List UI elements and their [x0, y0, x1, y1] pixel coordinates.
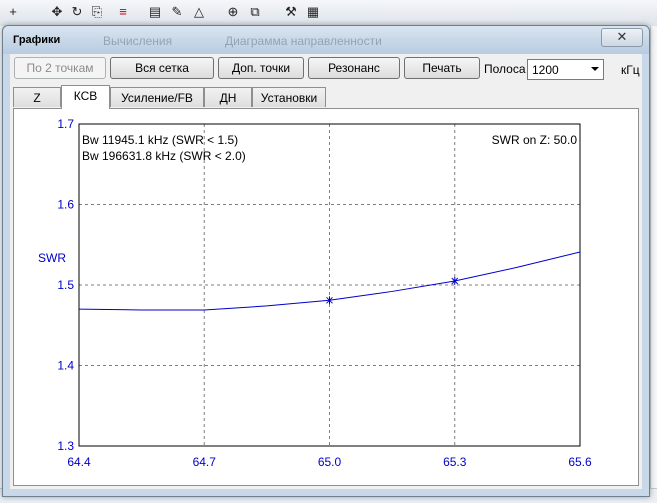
document-icon[interactable]: ▤	[148, 5, 162, 19]
edit-icon[interactable]: ⎘	[90, 5, 104, 19]
tab-swr[interactable]: КСВ	[61, 85, 110, 109]
ladder-icon[interactable]: ≡	[116, 5, 130, 19]
y-tick-label: 1.3	[57, 439, 74, 453]
chevron-down-icon	[591, 67, 599, 71]
tab-z[interactable]: Z	[13, 87, 61, 107]
swr-reference-annotation: SWR on Z: 50.0	[492, 133, 578, 147]
rotate-icon[interactable]: ↻	[70, 5, 84, 19]
band-value: 1200	[532, 63, 559, 77]
tab-pattern[interactable]: ДН	[204, 87, 252, 107]
y-tick-label: 1.5	[57, 278, 74, 292]
close-button[interactable]: ✕	[601, 28, 643, 47]
full-grid-button[interactable]: Вся сетка	[110, 57, 214, 79]
crosshair-icon[interactable]: ⊕	[226, 5, 240, 19]
y-tick-label: 1.6	[57, 198, 74, 212]
by-two-points-button[interactable]: По 2 точкам	[14, 57, 106, 79]
y-tick-label: 1.4	[57, 359, 74, 373]
move-icon[interactable]: +	[6, 5, 20, 19]
dialog-client: По 2 точкам Вся сетка Доп. точки Резонан…	[10, 54, 642, 489]
move-icon[interactable]: ✥	[50, 5, 64, 19]
graphs-window: Вычисления Диаграмма направленности Граф…	[2, 25, 650, 497]
main-toolbar: + ✥ ↻ ⎘ ≡ ▤ ✎ △ ⊕ ⧉ ⚒ ▦	[0, 0, 657, 27]
title-bar[interactable]: Вычисления Диаграмма направленности Граф…	[3, 26, 649, 54]
ghost-tab: Вычисления	[103, 34, 173, 48]
x-tick-label: 65.0	[318, 455, 342, 469]
band-select[interactable]: 1200	[527, 59, 604, 80]
x-tick-label: 65.6	[568, 455, 592, 469]
copy-icon[interactable]: ⧉	[248, 5, 262, 19]
y-axis-label: SWR	[38, 251, 66, 265]
swr-chart: 64.4 64.7 65.0 65.3 65.6 1.3 1.4 1.5 1.6 1.7 SWR …	[38, 117, 592, 469]
chart-panel: 64.4 64.7 65.0 65.3 65.6 1.3 1.4 1.5 1.6 1.7 SWR …	[13, 108, 639, 486]
resonance-button[interactable]: Резонанс	[308, 57, 400, 79]
tab-gain-fb[interactable]: Усиление/FB	[110, 87, 204, 107]
bandwidth-annotation: Bw 11945.1 kHz (SWR < 1.5)	[82, 133, 238, 147]
pen-icon[interactable]: ✎	[170, 5, 184, 19]
ghost-tab: Диаграмма направленности	[225, 34, 382, 48]
window-title: Графики	[13, 34, 61, 46]
background-grid-line	[650, 26, 651, 502]
close-icon: ✕	[616, 29, 628, 44]
x-tick-label: 64.4	[67, 455, 91, 469]
tab-settings[interactable]: Установки	[252, 87, 326, 107]
x-tick-label: 65.3	[443, 455, 467, 469]
band-unit: кГц	[621, 63, 640, 77]
tools-icon[interactable]: ⚒	[284, 5, 298, 19]
bandwidth-annotation: Bw 196631.8 kHz (SWR < 2.0)	[82, 149, 246, 163]
triangle-icon[interactable]: △	[192, 5, 206, 19]
calculator-icon[interactable]: ▦	[306, 5, 320, 19]
x-tick-label: 64.7	[193, 455, 217, 469]
y-tick-label: 1.7	[57, 117, 74, 131]
print-button[interactable]: Печать	[404, 57, 480, 79]
extra-points-button[interactable]: Доп. точки	[218, 57, 304, 79]
band-label: Полоса	[484, 62, 526, 76]
